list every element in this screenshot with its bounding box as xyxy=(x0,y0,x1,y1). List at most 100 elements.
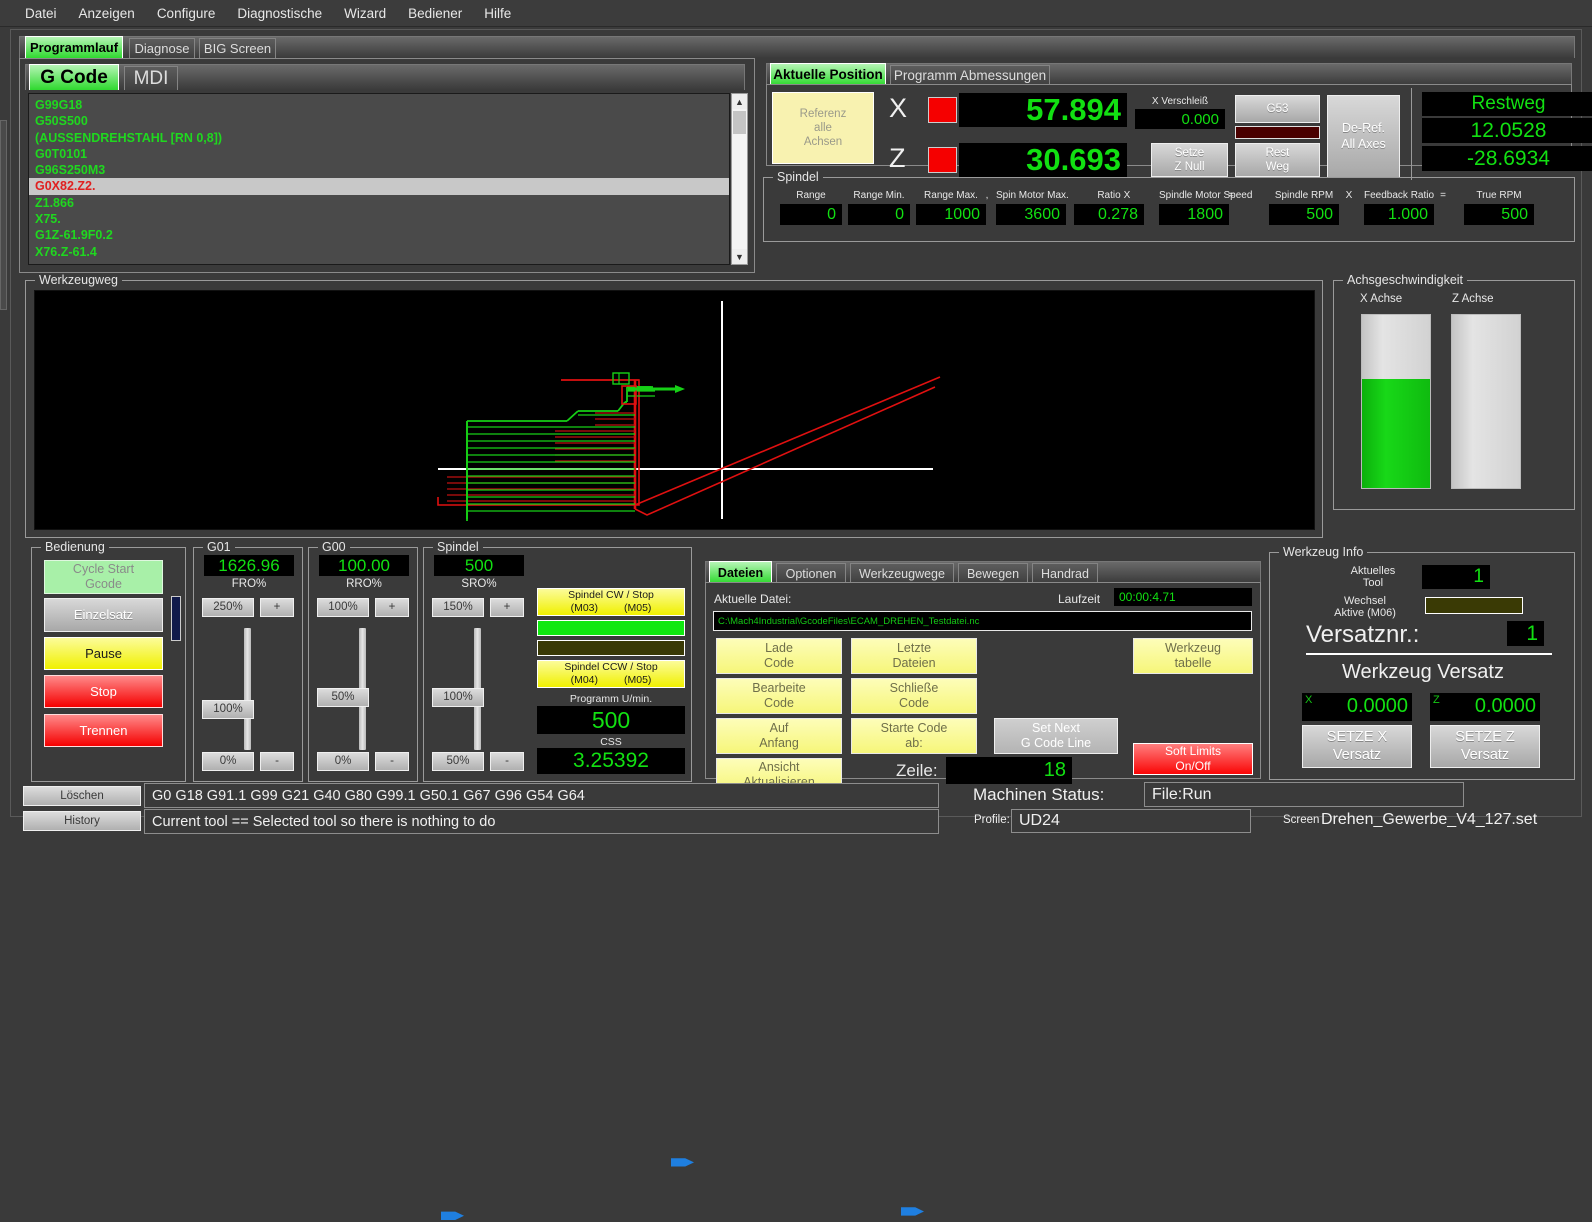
dro-fro[interactable]: 1626.96 xyxy=(204,555,294,576)
g01-slider-track[interactable] xyxy=(244,628,251,750)
letzte-dateien-button[interactable]: Letzte Dateien xyxy=(851,638,977,674)
gcode-line[interactable]: G50S500 xyxy=(29,113,729,129)
gcode-line[interactable]: G0T0101 xyxy=(29,146,729,162)
trennen-button[interactable]: Trennen xyxy=(44,714,163,747)
spindel-field-value[interactable]: 1800 xyxy=(1159,204,1229,225)
dro-aktuelles-tool[interactable]: 1 xyxy=(1422,565,1490,589)
dro-restweg-z[interactable]: -28.6934 xyxy=(1422,146,1592,171)
tab-handrad[interactable]: Handrad xyxy=(1032,563,1098,583)
de-ref-all-axes-button[interactable]: De-Ref. All Axes xyxy=(1327,95,1400,178)
gcode-line[interactable]: Z1.866 xyxy=(29,195,729,211)
g00-max-button[interactable]: 100% xyxy=(317,598,369,617)
g01-plus-button[interactable]: + xyxy=(260,598,294,617)
menu-item-configure[interactable]: Configure xyxy=(146,3,227,24)
spindel-min-button[interactable]: 50% xyxy=(432,752,484,771)
tab-bewegen[interactable]: Bewegen xyxy=(958,563,1028,583)
gcode-line[interactable]: G96S250M3 xyxy=(29,162,729,178)
dro-laufzeit[interactable]: 00:00:4.71 xyxy=(1114,588,1252,606)
g00-mid-button[interactable]: 50% xyxy=(317,688,369,707)
g01-slider-thumb[interactable] xyxy=(441,1211,464,1220)
tab-big-screen[interactable]: BIG Screen xyxy=(199,38,276,58)
spindel-field-value[interactable]: 500 xyxy=(1269,204,1339,225)
g01-minus-button[interactable]: - xyxy=(260,752,294,771)
spindel-max-button[interactable]: 150% xyxy=(432,598,484,617)
g00-min-button[interactable]: 0% xyxy=(317,752,369,771)
lade-code-button[interactable]: Lade Code xyxy=(716,638,842,674)
tab-optionen[interactable]: Optionen xyxy=(776,563,846,583)
gcode-line[interactable]: X75. xyxy=(29,211,729,227)
scrollbar-thumb[interactable] xyxy=(733,111,746,134)
set-next-gcode-line-button[interactable]: Set Next G Code Line xyxy=(994,718,1118,754)
dro-zeile[interactable]: 18 xyxy=(946,757,1072,784)
toolpath-canvas[interactable] xyxy=(34,290,1315,530)
stop-button[interactable]: Stop xyxy=(44,675,163,708)
menu-item-wizard[interactable]: Wizard xyxy=(333,3,397,24)
dro-rro[interactable]: 100.00 xyxy=(319,555,409,576)
tab-gcode[interactable]: G Code xyxy=(29,64,119,90)
g53-button[interactable]: G53 xyxy=(1235,95,1320,123)
spindel-plus-button[interactable]: + xyxy=(490,598,524,617)
window-side-scroll-strip[interactable] xyxy=(0,120,7,310)
dro-restweg-x[interactable]: 12.0528 xyxy=(1422,118,1592,143)
werkzeug-versatz-z-field[interactable]: Z 0.0000 xyxy=(1430,693,1540,721)
z-axis-ref-led[interactable] xyxy=(928,147,957,173)
file-path-field[interactable]: C:\Mach4Industrial\GcodeFiles\ECAM_DREHE… xyxy=(713,611,1252,631)
tab-programm-abmessungen[interactable]: Programm Abmessungen xyxy=(890,65,1050,85)
menu-item-diagnostische[interactable]: Diagnostische xyxy=(226,3,333,24)
gcode-line[interactable]: (AUSSENDREHSTAHL [RN 0,8]) xyxy=(29,130,729,146)
spindel-slider-thumb[interactable] xyxy=(901,1207,924,1216)
referenz-alle-achsen-button[interactable]: Referenz alle Achsen xyxy=(772,92,874,164)
tab-aktuelle-position[interactable]: Aktuelle Position xyxy=(770,63,886,85)
setze-z-null-button[interactable]: Setze Z Null xyxy=(1151,143,1228,177)
spindel-mid-button[interactable]: 100% xyxy=(432,688,484,707)
auf-anfang-button[interactable]: Auf Anfang xyxy=(716,718,842,754)
spindel-field-value[interactable]: 1000 xyxy=(916,204,986,225)
tab-programmlauf[interactable]: Programmlauf xyxy=(25,36,123,58)
menu-item-anzeigen[interactable]: Anzeigen xyxy=(68,3,146,24)
tab-mdi[interactable]: MDI xyxy=(124,66,178,90)
bearbeite-code-button[interactable]: Bearbeite Code xyxy=(716,678,842,714)
spindel-field-value[interactable]: 0.278 xyxy=(1074,204,1144,225)
dro-programm-umin[interactable]: 500 xyxy=(537,706,685,734)
rest-weg-button[interactable]: Rest Weg xyxy=(1235,143,1320,177)
g00-plus-button[interactable]: + xyxy=(375,598,409,617)
spindel-field-value[interactable]: 1.000 xyxy=(1364,204,1434,225)
tab-werkzeugwege[interactable]: Werkzeugwege xyxy=(850,563,954,583)
menu-item-bediener[interactable]: Bediener xyxy=(397,3,473,24)
dro-x-position[interactable]: 57.894 xyxy=(959,92,1127,127)
g00-minus-button[interactable]: - xyxy=(375,752,409,771)
spindel-ccw-button[interactable]: Spindel CCW / Stop (M04) (M05) xyxy=(537,660,685,688)
dro-css[interactable]: 3.25392 xyxy=(537,748,685,774)
pause-button[interactable]: Pause xyxy=(44,637,163,670)
dro-z-position[interactable]: 30.693 xyxy=(959,142,1127,177)
tab-diagnose[interactable]: Diagnose xyxy=(129,38,195,58)
gcode-line[interactable]: X76.Z-61.4 xyxy=(29,244,729,260)
scroll-up-icon[interactable]: ▲ xyxy=(732,94,747,109)
gcode-scrollbar[interactable]: ▲ ▼ xyxy=(731,93,748,265)
werkzeug-versatz-x-field[interactable]: X 0.0000 xyxy=(1302,693,1412,721)
spindel-field-value[interactable]: 500 xyxy=(1464,204,1534,225)
g01-max-button[interactable]: 250% xyxy=(202,598,254,617)
spindel-field-value[interactable]: 0 xyxy=(780,204,842,225)
setze-z-versatz-button[interactable]: SETZE Z Versatz xyxy=(1430,725,1540,768)
menu-item-hilfe[interactable]: Hilfe xyxy=(473,3,522,24)
history-button[interactable]: History xyxy=(23,811,141,831)
setze-x-versatz-button[interactable]: SETZE X Versatz xyxy=(1302,725,1412,768)
gcode-line[interactable]: G1Z-61.9F0.2 xyxy=(29,227,729,243)
gcode-line[interactable]: G99G18 xyxy=(29,97,729,113)
gcode-list[interactable]: G99G18 G50S500 (AUSSENDREHSTAHL [RN 0,8]) G… xyxy=(28,93,730,265)
starte-code-ab-button[interactable]: Starte Code ab: xyxy=(851,718,977,754)
spindel-field-value[interactable]: 3600 xyxy=(996,204,1066,225)
dro-sro[interactable]: 500 xyxy=(434,555,524,576)
dro-versatznr[interactable]: 1 xyxy=(1507,621,1544,646)
menu-item-datei[interactable]: Datei xyxy=(14,3,68,24)
spindel-cw-button[interactable]: Spindel CW / Stop (M03) (M05) xyxy=(537,588,685,616)
gcode-line[interactable]: G0X82.Z2. xyxy=(29,178,729,195)
g01-mid-button[interactable]: 100% xyxy=(202,700,254,719)
cycle-start-button[interactable]: Cycle Start Gcode xyxy=(44,560,163,594)
einzelsatz-button[interactable]: Einzelsatz xyxy=(44,598,163,632)
tab-dateien[interactable]: Dateien xyxy=(709,561,772,583)
g00-slider-thumb[interactable] xyxy=(671,1158,694,1167)
scroll-down-icon[interactable]: ▼ xyxy=(732,249,747,264)
soft-limits-button[interactable]: Soft Limits On/Off xyxy=(1133,743,1253,775)
